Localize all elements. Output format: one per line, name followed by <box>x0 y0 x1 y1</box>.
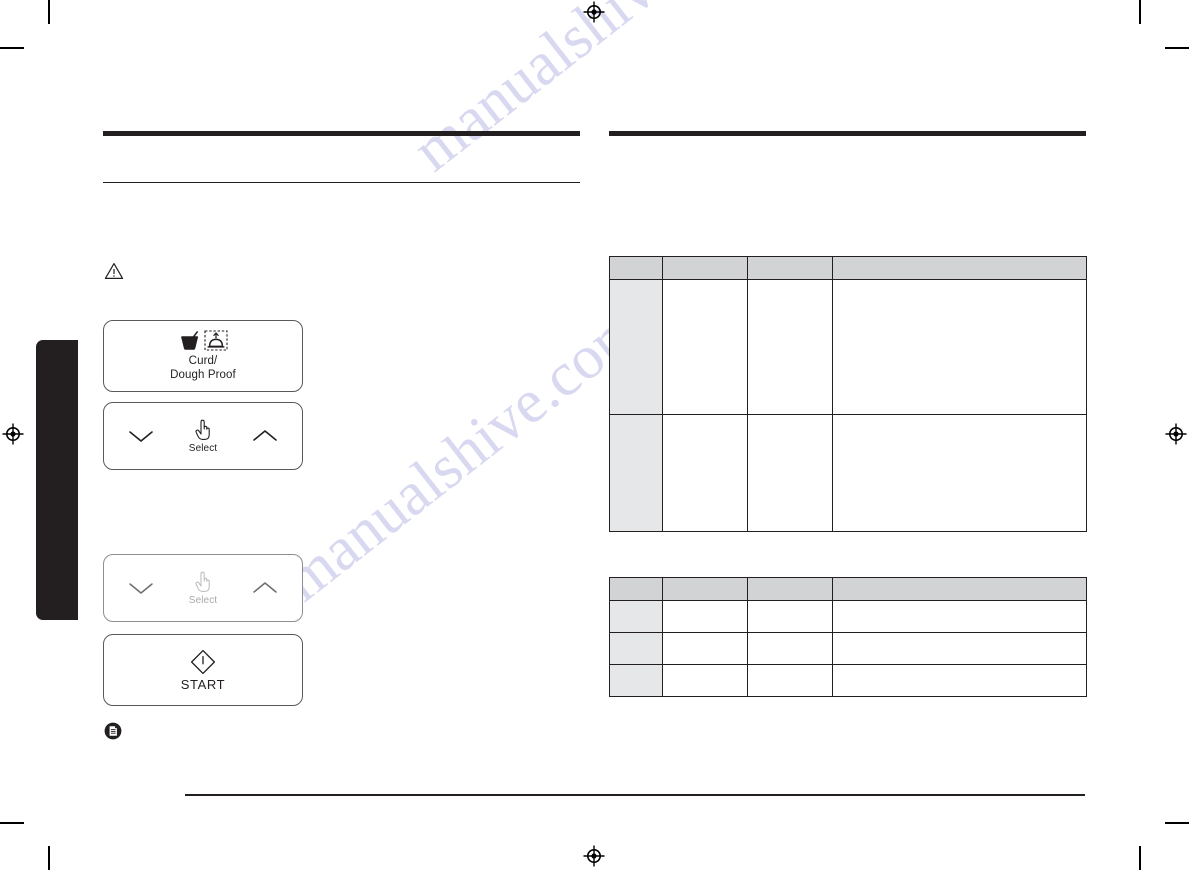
spec-table-two-header-row <box>609 577 1087 601</box>
hand-pointer-icon <box>192 418 214 442</box>
spec-table-two-header-cell-4 <box>832 577 1087 601</box>
registration-crosshair-icon-left <box>2 423 24 445</box>
control-button-start-label: START <box>180 676 226 692</box>
spec-table-two-r3-c1 <box>609 664 663 697</box>
spec-table-one-header-cell-2 <box>662 256 748 280</box>
spec-table-two-r1-c3 <box>747 600 833 633</box>
spec-table-two-header-cell-3 <box>747 577 833 601</box>
note-icon <box>104 722 122 740</box>
spec-table-two-r2-c1 <box>609 632 663 665</box>
crop-mark-bottom-right-horizontal <box>1165 822 1189 824</box>
registration-crosshair-icon-bottom <box>583 845 605 867</box>
crop-mark-top-left-vertical <box>48 0 50 24</box>
crop-mark-bottom-left-horizontal <box>0 822 24 824</box>
table-row <box>609 600 1087 633</box>
crop-mark-bottom-left-vertical <box>48 846 50 870</box>
spec-table-two-r3-c2 <box>662 664 748 697</box>
spec-table-one <box>609 256 1087 532</box>
chevron-down-icon-dimmed[interactable] <box>126 579 156 597</box>
page-index-tab <box>36 340 78 620</box>
warning-triangle-icon <box>104 262 124 280</box>
selector-dimmed-center: Select <box>189 570 217 606</box>
spec-table-one-r2-c3 <box>747 414 833 532</box>
spec-table-one-r1-c1 <box>609 279 663 415</box>
watermark-line-1: manualshive.com <box>400 0 786 185</box>
dough-proof-icon <box>203 330 228 351</box>
control-button-curd-dough-proof-label: Curd/ Dough Proof <box>170 355 236 381</box>
spec-table-one-r1-c2 <box>662 279 748 415</box>
registration-crosshair-icon-top <box>583 1 605 23</box>
spec-table-two-r1-c2 <box>662 600 748 633</box>
right-column-heading-rule <box>609 131 1086 136</box>
spec-table-one-header-cell-4 <box>832 256 1087 280</box>
spec-table-two-r2-c2 <box>662 632 748 665</box>
table-row <box>609 279 1087 415</box>
registration-crosshair-icon-right <box>1165 423 1187 445</box>
left-column-heading-rule <box>103 131 580 136</box>
spec-table-one-r1-c3 <box>747 279 833 415</box>
control-button-selector-dimmed-label: Select <box>188 595 218 606</box>
hand-pointer-icon-dimmed <box>192 570 214 594</box>
selector-active-center: Select <box>189 418 217 454</box>
watermark-line-2: manualshive.com <box>270 292 656 615</box>
spec-table-one-r1-c4 <box>832 279 1087 415</box>
control-button-start[interactable]: START <box>103 634 303 706</box>
crop-mark-top-right-horizontal <box>1165 47 1189 49</box>
spec-table-one-r2-c2 <box>662 414 748 532</box>
control-button-selector-dimmed[interactable]: Select <box>103 554 303 622</box>
chevron-up-icon-dimmed[interactable] <box>250 579 280 597</box>
spec-table-one-header-row <box>609 256 1087 280</box>
start-diamond-icon <box>190 649 216 675</box>
table-row <box>609 414 1087 532</box>
control-button-selector-active-label: Select <box>188 443 218 454</box>
spec-table-two-header-cell-1 <box>609 577 663 601</box>
spec-table-two-r1-c1 <box>609 600 663 633</box>
selector-active-row: Select <box>104 403 302 469</box>
chevron-up-icon[interactable] <box>250 427 280 445</box>
spec-table-two <box>609 577 1087 697</box>
curd-bowl-icon <box>179 330 201 351</box>
control-button-curd-dough-proof[interactable]: Curd/ Dough Proof <box>103 320 303 392</box>
crop-mark-bottom-right-vertical <box>1139 846 1141 870</box>
spec-table-one-r2-c4 <box>832 414 1087 532</box>
crop-mark-top-right-vertical <box>1139 0 1141 24</box>
spec-table-one-header-cell-3 <box>747 256 833 280</box>
spec-table-two-r2-c3 <box>747 632 833 665</box>
selector-dimmed-row: Select <box>104 555 302 621</box>
spec-table-one-header-cell-1 <box>609 256 663 280</box>
chevron-down-icon[interactable] <box>126 427 156 445</box>
spec-table-two-header-cell-2 <box>662 577 748 601</box>
curd-dough-proof-icon-row <box>179 330 228 351</box>
footer-rule <box>185 794 1085 796</box>
spec-table-two-r3-c4 <box>832 664 1087 697</box>
spec-table-one-r2-c1 <box>609 414 663 532</box>
crop-mark-top-left-horizontal <box>0 47 24 49</box>
spec-table-two-r2-c4 <box>832 632 1087 665</box>
table-row <box>609 632 1087 665</box>
spec-table-two-r3-c3 <box>747 664 833 697</box>
table-row <box>609 664 1087 697</box>
spec-table-two-r1-c4 <box>832 600 1087 633</box>
left-column-subheading-rule <box>103 182 580 183</box>
manual-page: manualshive.com manualshive.com Curd/ Do… <box>0 0 1189 870</box>
control-button-selector-active[interactable]: Select <box>103 402 303 470</box>
